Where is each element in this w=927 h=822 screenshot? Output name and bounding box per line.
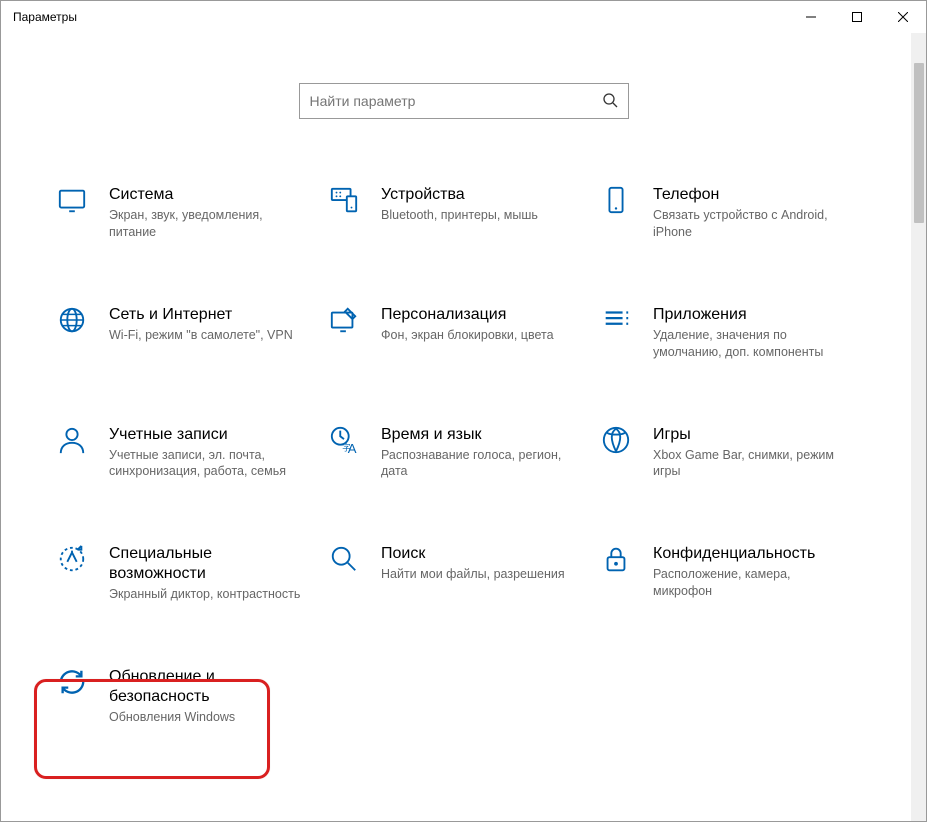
- search-container: [1, 33, 926, 149]
- tile-system[interactable]: Система Экран, звук, уведомления, питани…: [51, 179, 311, 247]
- update-icon: [55, 667, 89, 701]
- gaming-icon: [599, 425, 633, 459]
- tile-title: Конфиденциальность: [653, 544, 851, 564]
- tile-subtitle: Экранный диктор, контрастность: [109, 586, 307, 603]
- tile-title: Учетные записи: [109, 425, 307, 445]
- tile-title: Система: [109, 185, 307, 205]
- ease-of-access-icon: [55, 544, 89, 578]
- tile-privacy[interactable]: Конфиденциальность Расположение, камера,…: [595, 538, 855, 609]
- tile-title: Телефон: [653, 185, 851, 205]
- phone-icon: [599, 185, 633, 219]
- personalization-icon: [327, 305, 361, 339]
- magnifier-icon: [327, 544, 361, 578]
- time-language-icon: A字: [327, 425, 361, 459]
- maximize-icon: [852, 12, 862, 22]
- devices-icon: [327, 185, 361, 219]
- tile-gaming[interactable]: Игры Xbox Game Bar, снимки, режим игры: [595, 419, 855, 487]
- tile-subtitle: Удаление, значения по умолчанию, доп. ко…: [653, 327, 851, 361]
- tile-title: Устройства: [381, 185, 538, 205]
- tile-title: Приложения: [653, 305, 851, 325]
- tile-title: Обновление и безопасность: [109, 667, 307, 707]
- tile-subtitle: Учетные записи, эл. почта, синхронизация…: [109, 447, 307, 481]
- svg-text:字: 字: [342, 442, 350, 452]
- display-icon: [55, 185, 89, 219]
- tile-title: Сеть и Интернет: [109, 305, 293, 325]
- tile-subtitle: Bluetooth, принтеры, мышь: [381, 207, 538, 224]
- settings-window: Параметры: [0, 0, 927, 822]
- tile-ease-of-access[interactable]: Специальные возможности Экранный диктор,…: [51, 538, 311, 609]
- tile-subtitle: Экран, звук, уведомления, питание: [109, 207, 307, 241]
- tile-title: Время и язык: [381, 425, 579, 445]
- tile-network[interactable]: Сеть и Интернет Wi-Fi, режим "в самолете…: [51, 299, 311, 367]
- tile-subtitle: Расположение, камера, микрофон: [653, 566, 851, 600]
- titlebar: Параметры: [1, 1, 926, 33]
- minimize-button[interactable]: [788, 1, 834, 33]
- tile-title: Специальные возможности: [109, 544, 307, 584]
- tile-subtitle: Найти мои файлы, разрешения: [381, 566, 565, 583]
- scrollbar[interactable]: [911, 33, 926, 821]
- tile-title: Поиск: [381, 544, 565, 564]
- search-icon: [602, 92, 618, 111]
- maximize-button[interactable]: [834, 1, 880, 33]
- search-input[interactable]: [310, 93, 596, 109]
- tile-subtitle: Распознавание голоса, регион, дата: [381, 447, 579, 481]
- apps-icon: [599, 305, 633, 339]
- tile-subtitle: Связать устройство с Android, iPhone: [653, 207, 851, 241]
- tile-search[interactable]: Поиск Найти мои файлы, разрешения: [323, 538, 583, 609]
- tile-subtitle: Обновления Windows: [109, 709, 307, 726]
- person-icon: [55, 425, 89, 459]
- tile-time-language[interactable]: A字 Время и язык Распознавание голоса, ре…: [323, 419, 583, 487]
- tile-phone[interactable]: Телефон Связать устройство с Android, iP…: [595, 179, 855, 247]
- tile-title: Персонализация: [381, 305, 554, 325]
- content-area: Система Экран, звук, уведомления, питани…: [1, 33, 926, 821]
- tile-update-security[interactable]: Обновление и безопасность Обновления Win…: [51, 661, 311, 732]
- window-title: Параметры: [13, 10, 77, 24]
- minimize-icon: [806, 12, 816, 22]
- tile-accounts[interactable]: Учетные записи Учетные записи, эл. почта…: [51, 419, 311, 487]
- close-button[interactable]: [880, 1, 926, 33]
- tile-subtitle: Xbox Game Bar, снимки, режим игры: [653, 447, 851, 481]
- tile-devices[interactable]: Устройства Bluetooth, принтеры, мышь: [323, 179, 583, 247]
- settings-grid: Система Экран, звук, уведомления, питани…: [51, 179, 926, 732]
- tile-apps[interactable]: Приложения Удаление, значения по умолчан…: [595, 299, 855, 367]
- scrollbar-thumb[interactable]: [914, 63, 924, 223]
- window-controls: [788, 1, 926, 33]
- tile-title: Игры: [653, 425, 851, 445]
- search-box[interactable]: [299, 83, 629, 119]
- tile-subtitle: Wi-Fi, режим "в самолете", VPN: [109, 327, 293, 344]
- globe-icon: [55, 305, 89, 339]
- lock-icon: [599, 544, 633, 578]
- tile-personalization[interactable]: Персонализация Фон, экран блокировки, цв…: [323, 299, 583, 367]
- tile-subtitle: Фон, экран блокировки, цвета: [381, 327, 554, 344]
- close-icon: [898, 12, 908, 22]
